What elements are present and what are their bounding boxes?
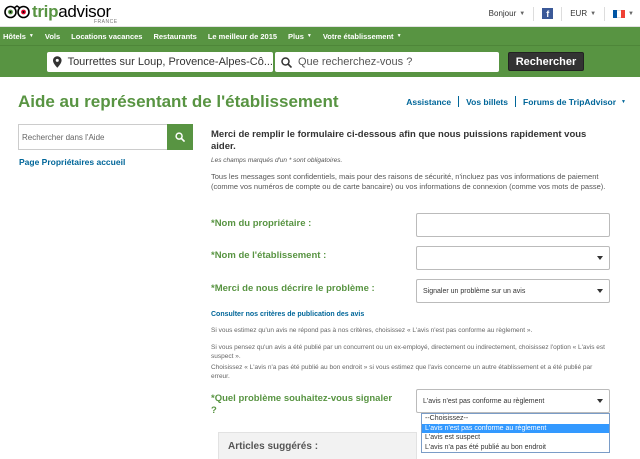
chevron-down-icon: ▼	[621, 98, 626, 105]
dropdown-option[interactable]: --Choisissez--	[422, 414, 609, 424]
chevron-down-icon	[597, 399, 603, 403]
required-note: Les champs marqués d'un * sont obligatoi…	[211, 157, 343, 164]
search-icon	[175, 132, 185, 142]
search-button[interactable]: Rechercher	[508, 52, 584, 71]
nav-item-restaurants[interactable]: Restaurants	[153, 32, 196, 41]
nav-item-best-of[interactable]: Le meilleur de 2015	[208, 32, 277, 41]
problem-select[interactable]: Signaler un problème sur un avis	[416, 279, 610, 303]
help-search-button[interactable]	[167, 124, 193, 150]
top-right-controls: Bonjour ▼ f EUR ▼ ▼	[489, 0, 634, 27]
map-pin-icon	[53, 56, 62, 68]
chevron-down-icon	[597, 256, 603, 260]
chevron-down-icon: ▼	[590, 10, 597, 17]
logo-country: FRANCE	[94, 19, 118, 25]
divider	[561, 6, 563, 21]
problem-label: *Merci de nous décrire le problème :	[211, 283, 375, 294]
establishment-select[interactable]	[416, 246, 610, 270]
divider	[458, 96, 460, 107]
currency-selector[interactable]: EUR	[570, 9, 587, 18]
divider	[515, 96, 516, 107]
owner-name-label: *Nom du propriétaire :	[211, 218, 312, 229]
page-title: Aide au représentant de l'établissement	[18, 92, 339, 111]
facebook-icon[interactable]: f	[542, 8, 554, 19]
greeting-link[interactable]: Bonjour	[489, 9, 517, 18]
nav-item-your-business[interactable]: Votre établissement ▼	[323, 32, 402, 41]
search-icon	[281, 56, 292, 68]
divider	[604, 6, 606, 21]
form-intro: Merci de remplir le formulaire ci-dessou…	[211, 129, 587, 152]
which-problem-label: *Quel problème souhaitez-vous signaler ?	[211, 393, 393, 416]
info-text-2: Si vous pensez qu'un avis a été publié p…	[211, 344, 605, 360]
top-bar: tripadvisor FRANCE Bonjour ▼ f EUR ▼ ▼	[0, 0, 640, 27]
dropdown-option[interactable]: L'avis est suspect	[422, 433, 609, 443]
nav-item-hotels[interactable]: Hôtels ▼	[3, 32, 34, 41]
owl-logo-icon	[4, 5, 30, 19]
nav-item-more[interactable]: Plus ▼	[288, 32, 312, 41]
info-text-1: Si vous estimez qu'un avis ne répond pas…	[211, 327, 533, 334]
which-problem-dropdown: --Choisissez-- L'avis n'est pas conforme…	[421, 413, 610, 453]
main-nav: Hôtels ▼ Vols Locations vacances Restaura…	[0, 27, 640, 45]
dropdown-option[interactable]: L'avis n'a pas été publié au bon endroit	[422, 443, 609, 453]
location-input[interactable]: Tourrettes sur Loup, Provence-Alpes-Cô..…	[47, 52, 273, 72]
suggested-articles-box: Articles suggérés :	[218, 432, 417, 459]
chevron-down-icon: ▼	[519, 10, 526, 17]
which-problem-select[interactable]: L'avis n'est pas conforme au règlement	[416, 389, 610, 413]
location-value: Tourrettes sur Loup, Provence-Alpes-Cô..…	[67, 56, 273, 68]
chevron-down-icon: ▼	[628, 10, 634, 17]
info-text-3: Choisissez « L'avis n'a pas été publié a…	[211, 364, 593, 380]
nav-item-flights[interactable]: Vols	[45, 32, 60, 41]
establishment-label: *Nom de l'établissement :	[211, 250, 327, 261]
france-flag-icon[interactable]	[613, 9, 626, 18]
owner-name-field[interactable]	[416, 213, 610, 237]
chevron-down-icon: ▼	[396, 33, 402, 39]
dropdown-option-selected[interactable]: L'avis n'est pas conforme au règlement	[422, 423, 609, 433]
search-bar: Tourrettes sur Loup, Provence-Alpes-Cô..…	[0, 45, 640, 77]
help-search-placeholder: Rechercher dans l'Aide	[22, 133, 105, 142]
divider	[533, 6, 535, 21]
chevron-down-icon	[597, 289, 603, 293]
owner-home-link[interactable]: Page Propriétaires accueil	[19, 157, 125, 167]
query-input[interactable]: Que recherchez-vous ?	[275, 52, 499, 72]
criteria-link[interactable]: Consulter nos critères de publication de…	[211, 311, 364, 318]
privacy-note: Tous les messages sont confidentiels, ma…	[211, 172, 606, 191]
help-search-input[interactable]: Rechercher dans l'Aide	[18, 124, 193, 150]
chevron-down-icon: ▼	[306, 33, 312, 39]
chevron-down-icon: ▼	[28, 33, 34, 39]
which-problem-value: L'avis n'est pas conforme au règlement	[423, 397, 545, 405]
query-placeholder: Que recherchez-vous ?	[298, 56, 413, 68]
assistance-link[interactable]: Assistance	[406, 97, 451, 107]
suggested-articles-title: Articles suggérés :	[228, 441, 319, 452]
problem-select-value: Signaler un problème sur un avis	[423, 287, 526, 295]
forums-link[interactable]: Forums de TripAdvisor	[523, 97, 616, 107]
header-links: Assistance Vos billets Forums de TripAdv…	[406, 96, 626, 107]
nav-item-vacation-rentals[interactable]: Locations vacances	[71, 32, 142, 41]
tickets-link[interactable]: Vos billets	[466, 97, 508, 107]
